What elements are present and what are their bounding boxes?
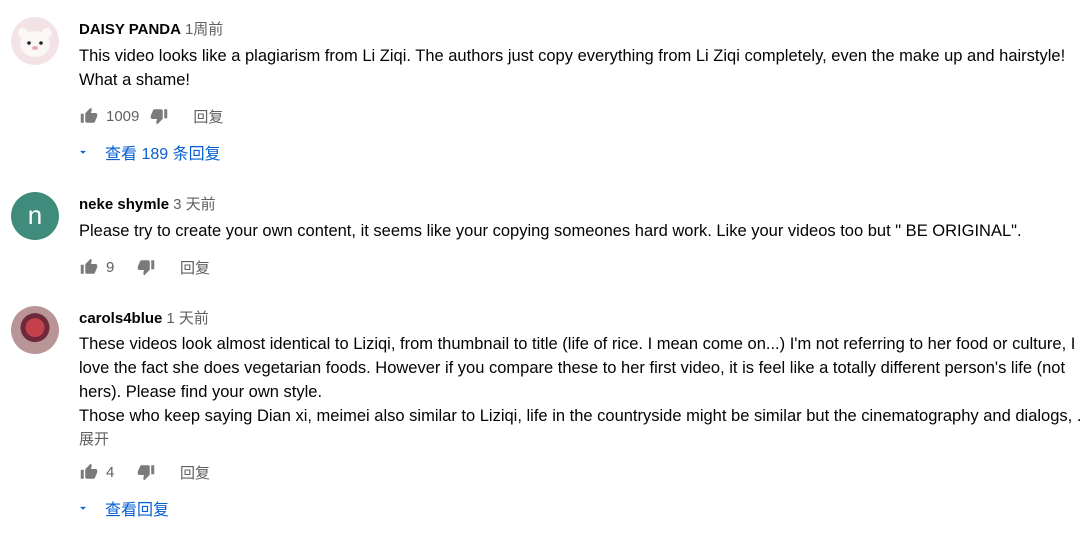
like-count: 1009 <box>106 107 140 125</box>
comment-line: What a shame! <box>79 71 190 89</box>
author-name[interactable]: DAISY PANDA <box>79 21 181 38</box>
view-replies-button[interactable]: 查看回复 <box>76 496 169 520</box>
comment-text: This video looks like a plagiarism from … <box>79 44 1080 92</box>
panda-avatar-image <box>18 28 52 57</box>
view-replies-button[interactable]: 查看 189 条回复 <box>76 140 221 164</box>
comment-actions: 4 回复 <box>79 460 210 484</box>
like-count: 4 <box>106 463 115 481</box>
comment-header: DAISY PANDA 1周前 <box>79 18 223 39</box>
avatar-letter: n <box>27 200 43 230</box>
comment-actions: 1009 回复 <box>79 104 223 128</box>
comment-time[interactable]: 3 天前 <box>173 196 216 213</box>
comment-line: These videos look almost identical to Li… <box>79 335 1076 353</box>
author-name[interactable]: carols4blue <box>79 310 162 327</box>
comment-text: These videos look almost identical to Li… <box>79 332 1080 452</box>
thumb-up-icon[interactable] <box>79 106 99 126</box>
thumb-down-icon[interactable] <box>136 257 156 277</box>
avatar[interactable]: n <box>11 192 59 240</box>
comment-actions: 9 回复 <box>79 255 210 279</box>
reply-button[interactable]: 回复 <box>180 257 210 278</box>
thumb-up-icon[interactable] <box>79 257 99 277</box>
reply-button[interactable]: 回复 <box>180 462 210 483</box>
thumb-down-icon[interactable] <box>149 106 169 126</box>
comment-line: This video looks like a plagiarism from … <box>79 47 1066 65</box>
thumb-up-icon[interactable] <box>79 462 99 482</box>
author-name[interactable]: neke shymle <box>79 196 169 213</box>
like-count: 9 <box>106 258 115 276</box>
avatar[interactable] <box>11 306 59 354</box>
comment-line: Please try to create your own content, i… <box>79 222 1022 240</box>
comment-line: love the fact she does vegetarian foods.… <box>79 359 1066 377</box>
view-replies-label: 查看 189 条回复 <box>105 146 221 163</box>
thumb-down-icon[interactable] <box>136 462 156 482</box>
comment-time[interactable]: 1 天前 <box>166 310 209 327</box>
comment-line: Those who keep saying Dian xi, meimei al… <box>79 407 1080 425</box>
caret-down-icon <box>80 150 86 154</box>
view-replies-label: 查看回复 <box>105 502 170 519</box>
comment-header: neke shymle 3 天前 <box>79 193 216 214</box>
comment-time[interactable]: 1周前 <box>185 21 223 38</box>
caret-down-icon <box>80 506 86 510</box>
comment-header: carols4blue 1 天前 <box>79 307 209 328</box>
expand-link[interactable]: 展开 <box>79 428 1080 452</box>
comment-text: Please try to create your own content, i… <box>79 219 1080 243</box>
reply-button[interactable]: 回复 <box>193 106 223 127</box>
avatar[interactable] <box>11 17 59 65</box>
comment-line: hers). Please find your own style. <box>79 383 323 401</box>
